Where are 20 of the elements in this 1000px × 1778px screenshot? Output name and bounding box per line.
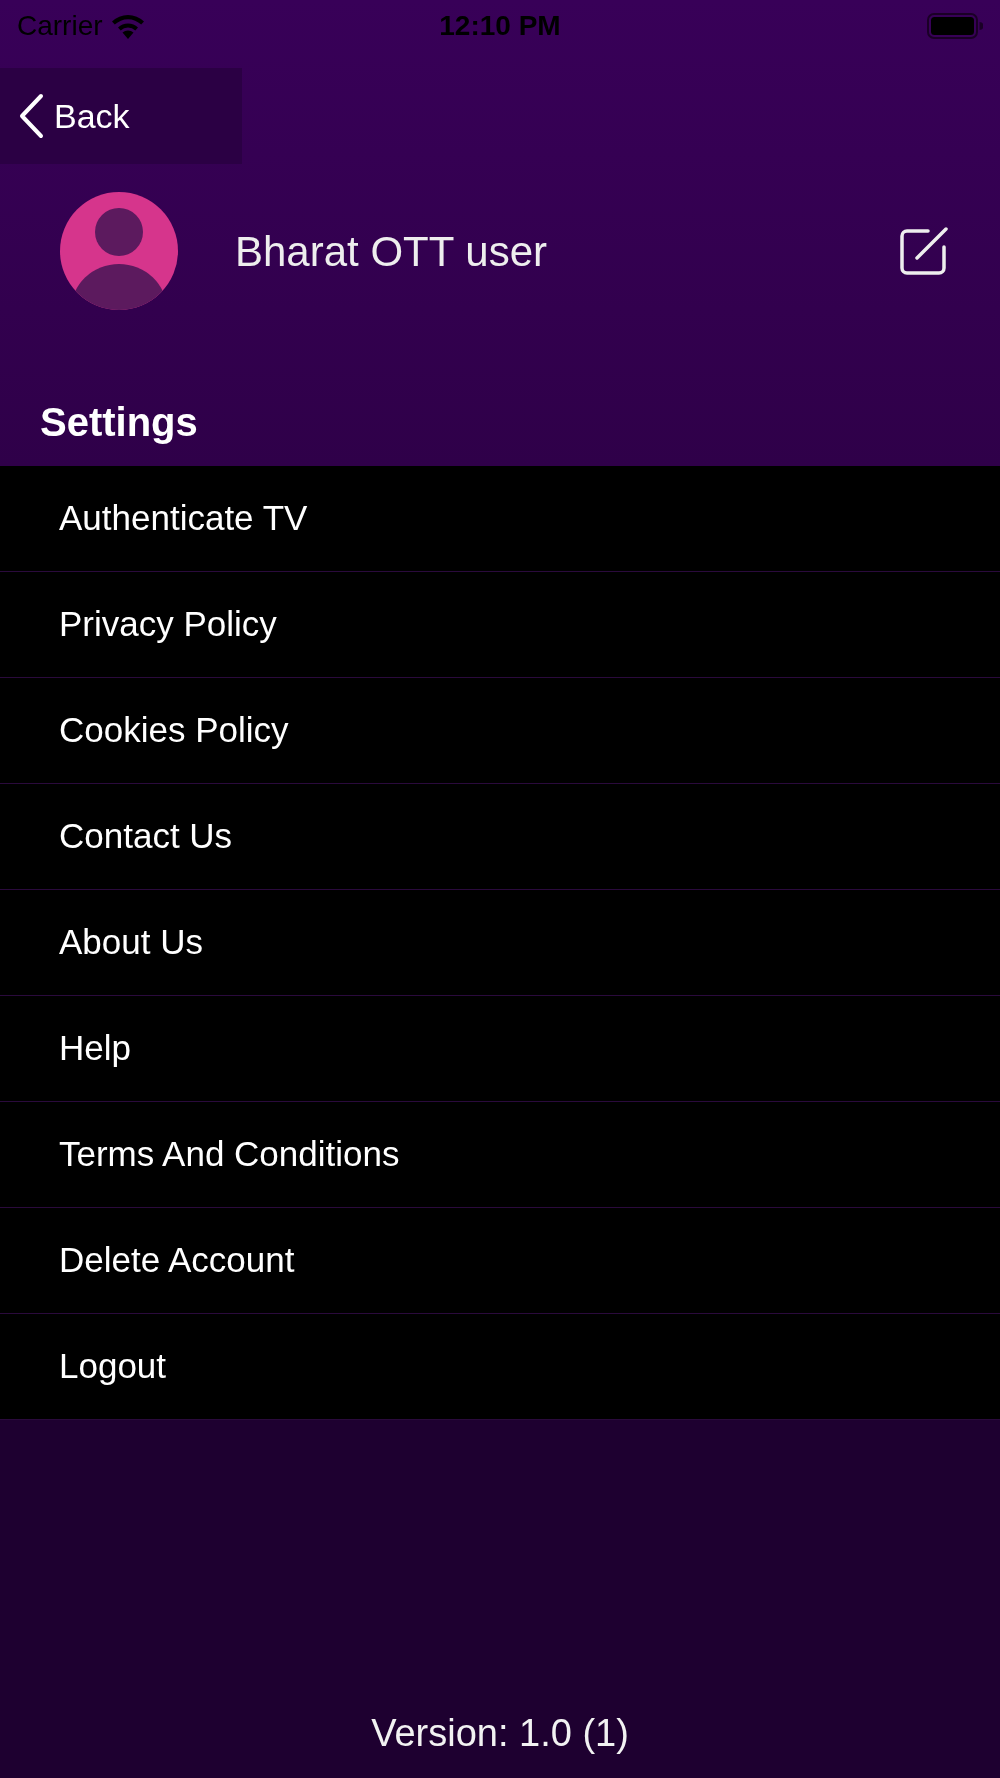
- profile-name: Bharat OTT user: [235, 226, 547, 277]
- settings-item[interactable]: Terms And Conditions: [0, 1102, 1000, 1208]
- battery-icon: [927, 13, 983, 39]
- chevron-left-icon: [18, 93, 44, 139]
- settings-heading: Settings: [40, 400, 198, 444]
- edit-icon[interactable]: [898, 225, 950, 277]
- settings-item[interactable]: Logout: [0, 1314, 1000, 1420]
- settings-item[interactable]: Authenticate TV: [0, 466, 1000, 572]
- status-time: 12:10 PM: [439, 9, 561, 43]
- back-button[interactable]: Back: [0, 68, 242, 164]
- version-label: Version: 1.0 (1): [371, 1711, 629, 1756]
- settings-item[interactable]: Privacy Policy: [0, 572, 1000, 678]
- settings-item[interactable]: Cookies Policy: [0, 678, 1000, 784]
- settings-item[interactable]: About Us: [0, 890, 1000, 996]
- carrier-label: Carrier: [17, 9, 103, 43]
- avatar-icon: [60, 192, 178, 310]
- wifi-icon: [110, 13, 145, 39]
- settings-item[interactable]: Contact Us: [0, 784, 1000, 890]
- settings-item[interactable]: Delete Account: [0, 1208, 1000, 1314]
- settings-item[interactable]: Help: [0, 996, 1000, 1102]
